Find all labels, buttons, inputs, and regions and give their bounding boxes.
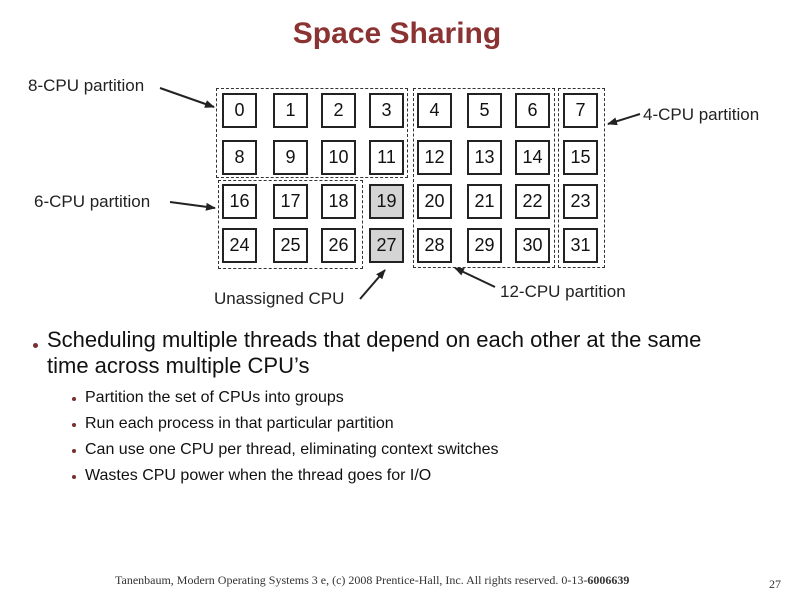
arrow-12cpu — [454, 267, 496, 288]
page-number: 27 — [769, 577, 781, 591]
sub-bullet: Wastes CPU power when the thread goes fo… — [32, 463, 727, 489]
sub-bullet-text: Run each process in that particular part… — [85, 415, 394, 432]
sub-bullet-text: Can use one CPU per thread, eliminating … — [85, 441, 499, 458]
sub-bullet: Partition the set of CPUs into groups — [32, 385, 727, 411]
footer-copyright: Tanenbaum, Modern Operating Systems 3 e,… — [115, 573, 629, 588]
footer-text: Tanenbaum, Modern Operating Systems 3 e,… — [115, 573, 588, 587]
sub-bullet-list: Partition the set of CPUs into groups Run… — [32, 385, 727, 489]
arrow-6cpu — [169, 201, 216, 211]
main-bullet-text: Scheduling multiple threads that depend … — [47, 327, 702, 378]
space-sharing-diagram: 0 1 2 3 4 5 6 7 8 9 10 11 12 13 14 15 16 17 18 19 20 21 22 23 24… — [0, 0, 794, 320]
sub-bullet-text: Wastes CPU power when the thread goes fo… — [85, 467, 432, 484]
sub-bullet-text: Partition the set of CPUs into groups — [85, 389, 344, 406]
bullet-dot-icon — [72, 475, 76, 479]
bullet-dot-icon — [72, 397, 76, 401]
arrow-4cpu — [607, 113, 641, 126]
arrow-8cpu — [159, 87, 215, 108]
arrows — [159, 87, 641, 300]
bullet-dot-icon — [72, 449, 76, 453]
sub-bullet: Run each process in that particular part… — [32, 411, 727, 437]
bullet-list: Scheduling multiple threads that depend … — [32, 327, 727, 489]
footer-isbn: 6006639 — [587, 573, 630, 587]
bullet-dot-icon — [72, 423, 76, 427]
arrow-unassigned — [359, 269, 386, 300]
main-bullet: Scheduling multiple threads that depend … — [32, 327, 727, 379]
bullet-dot-icon — [33, 343, 38, 348]
sub-bullet: Can use one CPU per thread, eliminating … — [32, 437, 727, 463]
